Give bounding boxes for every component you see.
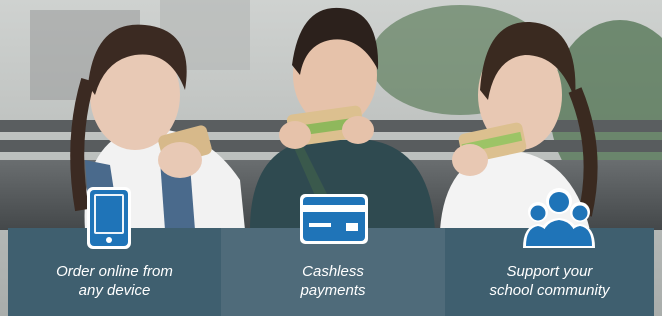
people-group-icon — [523, 188, 595, 248]
feature-label: Order online from any device — [56, 263, 173, 299]
feature-label: Cashless payments — [300, 263, 366, 299]
feature-label: Support your school community — [489, 263, 610, 299]
tablet-icon — [87, 187, 131, 249]
credit-card-icon — [300, 194, 368, 244]
hero-banner: Order online from any device Cashless pa… — [0, 0, 662, 316]
